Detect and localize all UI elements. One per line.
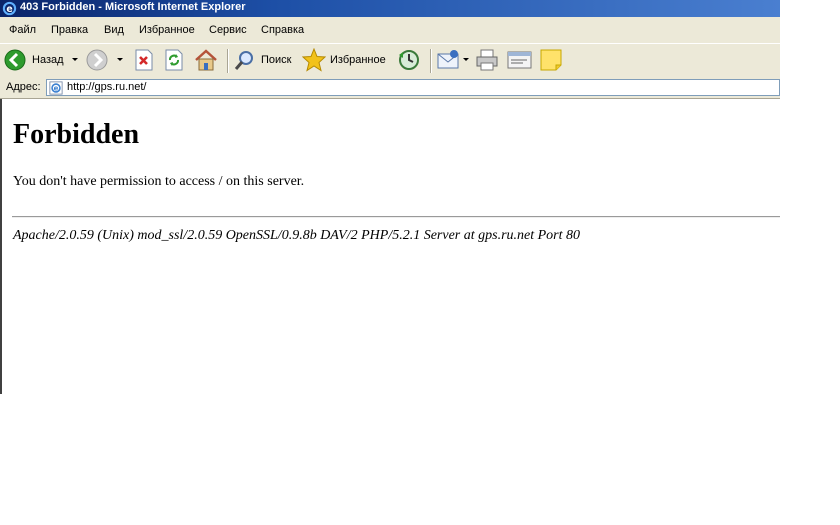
mail-button[interactable] (437, 44, 469, 78)
window-title: 403 Forbidden - Microsoft Internet Explo… (20, 1, 246, 13)
toolbar-separator (227, 49, 229, 73)
history-icon (399, 50, 419, 70)
toolbar: Назад Поиск Избранное (0, 43, 780, 79)
menu-bar: Файл Правка Вид Избранное Сервис Справка (0, 17, 780, 44)
refresh-button[interactable] (164, 44, 186, 78)
page-content: Forbidden You don't have permission to a… (0, 99, 780, 394)
menu-favorites[interactable]: Избранное (139, 24, 195, 36)
edit-button[interactable] (507, 44, 533, 78)
page-ie-icon: e (49, 81, 63, 95)
print-button[interactable] (475, 44, 501, 78)
page-heading: Forbidden (13, 119, 140, 150)
favorites-button[interactable]: Избранное (302, 44, 390, 78)
horizontal-rule (12, 216, 780, 218)
server-signature: Apache/2.0.59 (Unix) mod_ssl/2.0.59 Open… (13, 228, 581, 243)
menu-tools[interactable]: Сервис (209, 24, 247, 36)
svg-text:e: e (6, 4, 12, 15)
search-button[interactable]: Поиск (234, 44, 296, 78)
printer-icon (476, 49, 498, 71)
stop-icon (135, 49, 153, 71)
stop-button[interactable] (134, 44, 156, 78)
error-message: You don't have permission to access / on… (13, 174, 305, 189)
search-icon (234, 51, 253, 70)
address-bar: Адрес: e http://gps.ru.net/ (0, 78, 780, 99)
forward-dropdown-arrow[interactable] (117, 58, 123, 61)
svg-text:e: e (54, 85, 59, 93)
menu-help[interactable]: Справка (261, 24, 304, 36)
title-bar: e 403 Forbidden - Microsoft Internet Exp… (0, 0, 780, 17)
address-input[interactable]: e http://gps.ru.net/ (46, 79, 780, 96)
edit-page-icon (507, 51, 532, 69)
menu-view[interactable]: Вид (104, 24, 124, 36)
refresh-icon (165, 49, 183, 71)
back-dropdown-arrow[interactable] (72, 58, 78, 61)
forward-button[interactable] (86, 44, 122, 78)
messenger-button[interactable] (540, 44, 564, 78)
home-button[interactable] (194, 44, 220, 78)
back-button[interactable]: Назад (4, 44, 80, 78)
history-button[interactable] (397, 44, 423, 78)
address-label: Адрес: (6, 81, 41, 93)
favorites-label: Избранное (330, 54, 386, 66)
toolbar-separator (430, 49, 432, 73)
address-value: http://gps.ru.net/ (67, 81, 147, 93)
mail-dropdown-arrow[interactable] (463, 58, 469, 61)
menu-edit[interactable]: Правка (51, 24, 88, 36)
browser-window: e 403 Forbidden - Microsoft Internet Exp… (0, 0, 780, 394)
forward-arrow-icon (86, 49, 108, 71)
note-icon (540, 49, 562, 71)
mail-icon (437, 50, 459, 69)
back-label: Назад (32, 54, 64, 66)
favorites-star-icon (302, 48, 326, 72)
search-label: Поиск (261, 54, 292, 66)
menu-file[interactable]: Файл (9, 24, 36, 36)
internet-explorer-icon: e (2, 1, 17, 16)
home-icon (195, 49, 217, 71)
back-arrow-icon (4, 49, 26, 71)
